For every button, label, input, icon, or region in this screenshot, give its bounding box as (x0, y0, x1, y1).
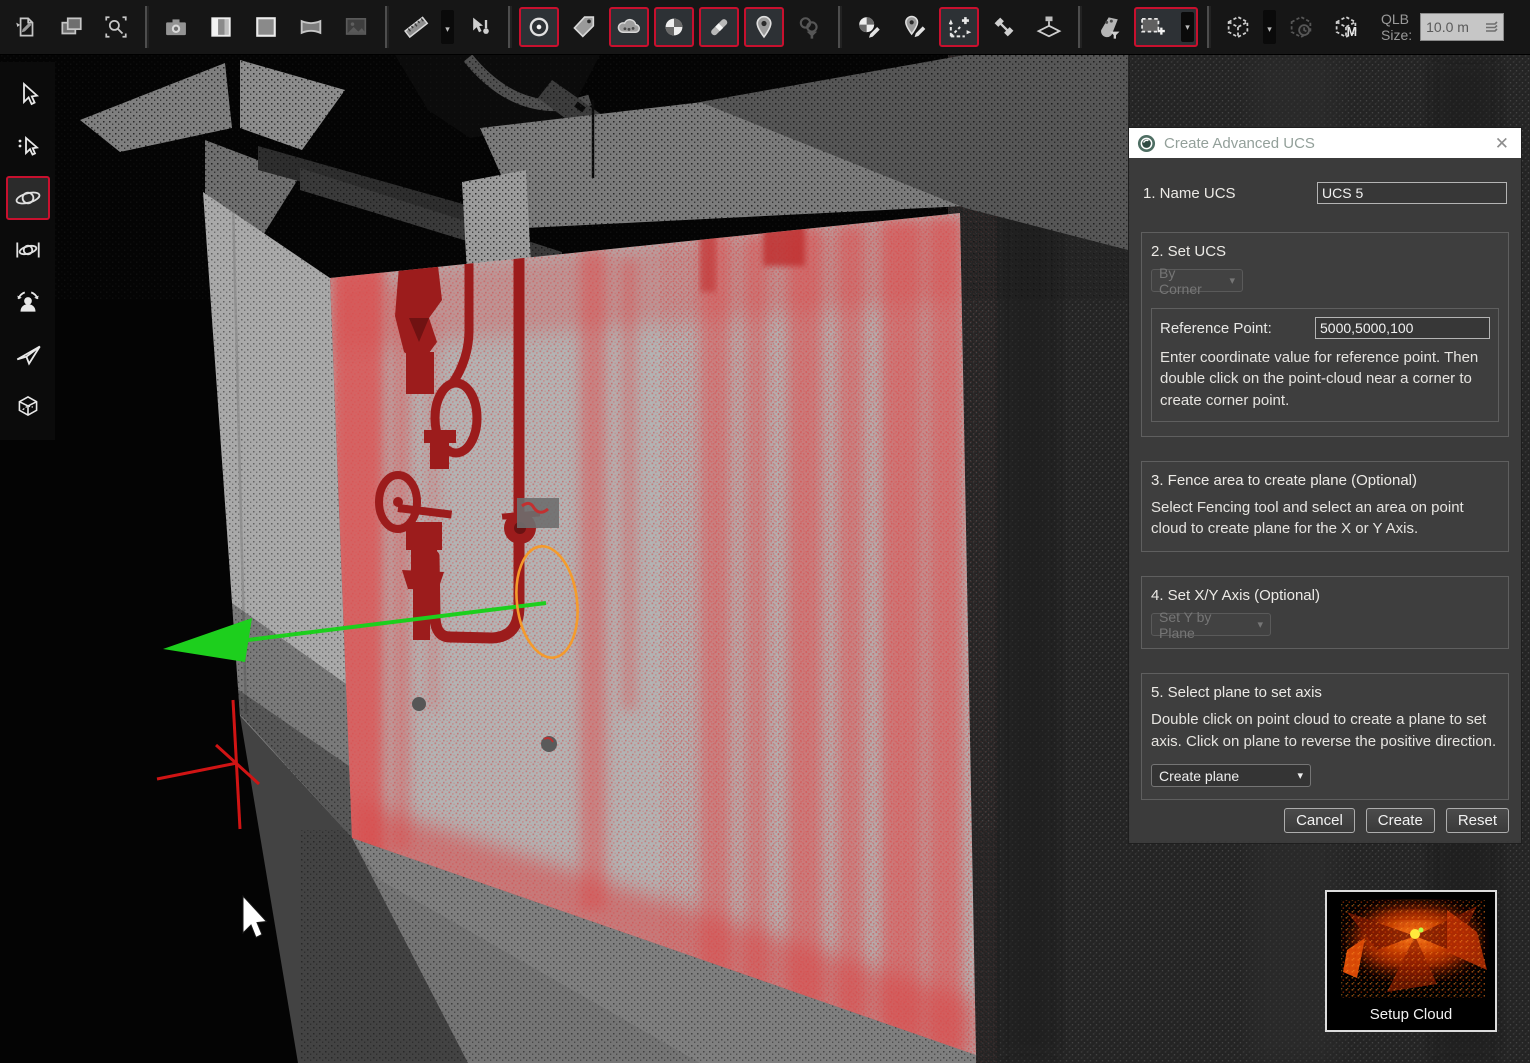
caliper-icon[interactable] (984, 7, 1024, 47)
probe-icon[interactable] (459, 7, 499, 47)
look-around-icon[interactable] (6, 280, 50, 324)
axis-dropdown-value: Set Y by Plane (1159, 609, 1247, 641)
qlb-size-label: QLBSize: (1381, 11, 1412, 43)
fence-help: Select Fencing tool and select an area o… (1151, 497, 1499, 540)
filter-icon[interactable] (789, 7, 829, 47)
dialog-title: Create Advanced UCS (1164, 135, 1483, 152)
name-ucs-input[interactable] (1317, 182, 1507, 204)
chevron-down-icon: ▾ (1257, 618, 1263, 631)
orbit-axis-icon[interactable] (6, 228, 50, 272)
appearance-filter-icon[interactable] (1089, 7, 1129, 47)
set-ucs-label: 2. Set UCS (1151, 243, 1499, 260)
limit-box-history-icon[interactable] (1281, 7, 1321, 47)
tag-icon[interactable] (564, 7, 604, 47)
single-view-icon[interactable] (246, 7, 286, 47)
fence-selection-icon[interactable]: ▾ (1134, 7, 1198, 47)
reference-point-group: Reference Point: Enter coordinate value … (1151, 308, 1499, 422)
close-icon[interactable]: ✕ (1491, 135, 1513, 152)
origin-icon[interactable] (654, 7, 694, 47)
point-select-icon[interactable] (6, 124, 50, 168)
name-ucs-label: 1. Name UCS (1143, 185, 1236, 202)
dialog-titlebar[interactable]: Create Advanced UCS ✕ (1129, 128, 1521, 158)
cancel-button[interactable]: Cancel (1284, 808, 1355, 833)
create-ucs-icon[interactable] (939, 7, 979, 47)
split-view-icon[interactable] (201, 7, 241, 47)
plane-label: 5. Select plane to set axis (1151, 684, 1499, 701)
spinner-icon[interactable] (1484, 20, 1498, 34)
setup-cloud-thumbnail (1327, 892, 1495, 1004)
svg-text:M: M (1347, 25, 1357, 39)
edit-origin-icon[interactable] (849, 7, 889, 47)
axis-dropdown[interactable]: Set Y by Plane ▾ (1151, 613, 1271, 636)
set-ucs-dropdown[interactable]: By Corner ▾ (1151, 269, 1243, 292)
app-target-icon (1137, 134, 1156, 153)
reference-point-input[interactable] (1315, 317, 1490, 339)
limit-box-manager-icon[interactable]: M (1326, 7, 1366, 47)
measure-icon[interactable] (396, 7, 436, 47)
screenshot-icon[interactable] (156, 7, 196, 47)
limit-box-dropdown-icon[interactable]: ▾ (1263, 10, 1276, 44)
edit-geotag-icon[interactable] (894, 7, 934, 47)
panorama-icon[interactable] (291, 7, 331, 47)
set-ucs-dropdown-value: By Corner (1159, 265, 1219, 297)
create-button[interactable]: Create (1366, 808, 1435, 833)
plane-detect-icon[interactable] (1029, 7, 1069, 47)
reference-point-label: Reference Point: (1160, 320, 1272, 337)
select-icon[interactable] (6, 72, 50, 116)
geotag-icon[interactable] (744, 7, 784, 47)
reference-point-help: Enter coordinate value for reference poi… (1160, 347, 1490, 411)
link-icon[interactable] (699, 7, 739, 47)
plane-dropdown[interactable]: Create plane ▾ (1151, 764, 1311, 787)
new-project-icon[interactable] (6, 7, 46, 47)
fence-selection-dropdown-icon[interactable]: ▾ (1181, 12, 1194, 42)
limit-box-icon[interactable] (1218, 7, 1258, 47)
zoom-extents-icon[interactable] (96, 7, 136, 47)
reset-button[interactable]: Reset (1446, 808, 1509, 833)
navigation-palette (0, 62, 55, 440)
setup-cloud-label: Setup Cloud (1370, 1006, 1453, 1023)
plane-section: 5. Select plane to set axis Double click… (1141, 673, 1509, 800)
axis-label: 4. Set X/Y Axis (Optional) (1151, 587, 1499, 604)
orbit-icon[interactable] (6, 176, 50, 220)
chevron-down-icon: ▾ (1297, 769, 1303, 782)
plane-dropdown-value: Create plane (1159, 768, 1239, 784)
chevron-down-icon: ▾ (1229, 274, 1235, 287)
view-cube-icon[interactable] (6, 384, 50, 428)
fence-label: 3. Fence area to create plane (Optional) (1151, 472, 1499, 489)
fence-section: 3. Fence area to create plane (Optional)… (1141, 461, 1509, 553)
setup-cloud-panel[interactable]: Setup Cloud (1325, 890, 1497, 1032)
main-toolbar: ▾ (0, 0, 1530, 55)
cloud-icon[interactable] (609, 7, 649, 47)
plane-help: Double click on point cloud to create a … (1151, 709, 1499, 752)
windows-icon[interactable] (51, 7, 91, 47)
set-ucs-section: 2. Set UCS By Corner ▾ Reference Point: … (1141, 232, 1509, 437)
create-advanced-ucs-dialog: Create Advanced UCS ✕ 1. Name UCS 2. Set… (1128, 127, 1522, 844)
qlb-size-input[interactable]: 10.0 m (1420, 13, 1504, 41)
axis-section: 4. Set X/Y Axis (Optional) Set Y by Plan… (1141, 576, 1509, 649)
point-icon[interactable] (519, 7, 559, 47)
fly-icon[interactable] (6, 332, 50, 376)
measure-dropdown-icon[interactable]: ▾ (441, 10, 454, 44)
image-icon[interactable] (336, 7, 376, 47)
